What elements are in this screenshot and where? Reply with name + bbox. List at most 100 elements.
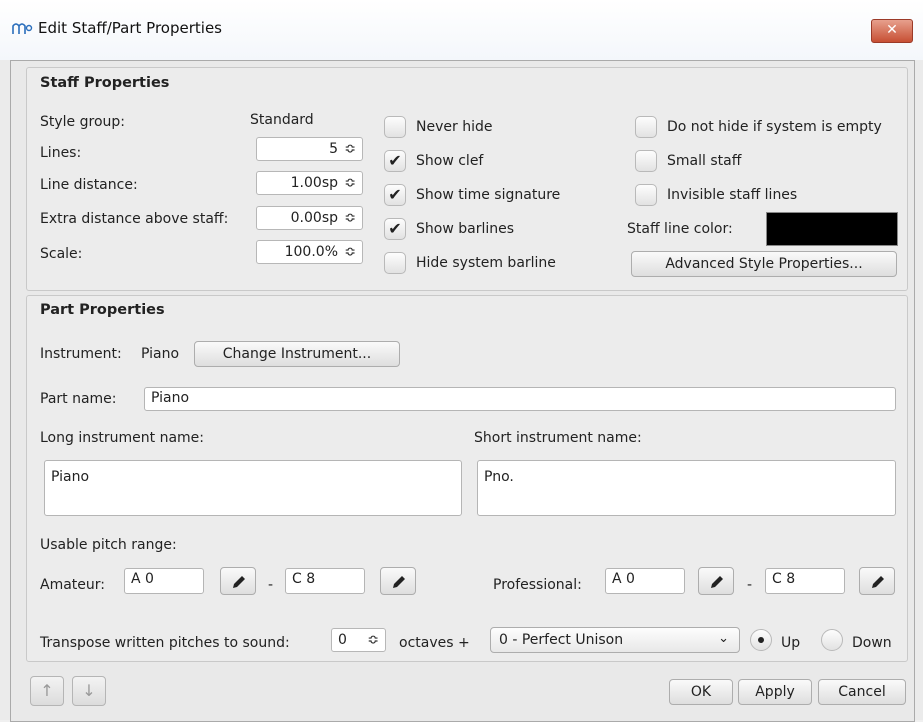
scale-label: Scale: <box>40 246 83 262</box>
amateur-high-value: C 8 <box>292 571 316 587</box>
never-hide-checkbox[interactable] <box>384 116 406 138</box>
close-icon: ✕ <box>886 22 898 38</box>
pencil-icon <box>711 576 723 588</box>
transpose-label: Transpose written pitches to sound: <box>40 635 290 651</box>
do-not-hide-checkbox[interactable] <box>635 116 657 138</box>
spin-arrows-icon[interactable]: ≎ <box>344 139 356 159</box>
small-staff-label: Small staff <box>667 153 742 169</box>
long-name-value: Piano <box>51 469 90 485</box>
pro-low-value: A 0 <box>612 571 635 587</box>
previous-staff-button[interactable]: ↑ <box>30 676 64 706</box>
amateur-low-field[interactable]: A 0 <box>124 568 204 594</box>
style-group-value: Standard <box>250 112 314 128</box>
title-bar: Edit Staff/Part Properties ✕ <box>0 0 923 60</box>
professional-label: Professional: <box>493 577 582 593</box>
next-staff-button[interactable]: ↓ <box>72 676 106 706</box>
pencil-icon <box>872 576 884 588</box>
spin-arrows-icon[interactable]: ≎ <box>344 208 356 228</box>
dialog-window: Edit Staff/Part Properties ✕ Staff Prope… <box>0 0 923 722</box>
pro-low-field[interactable]: A 0 <box>605 568 685 594</box>
pitch-range-label: Usable pitch range: <box>40 537 177 553</box>
show-time-signature-label: Show time signature <box>416 187 561 203</box>
part-name-field[interactable]: Piano <box>144 387 896 411</box>
chevron-down-icon: ⌄ <box>718 631 729 646</box>
octaves-label: octaves + <box>399 635 470 651</box>
window-title: Edit Staff/Part Properties <box>38 19 222 37</box>
checkmark-icon: ✔ <box>388 219 402 238</box>
hide-system-barline-label: Hide system barline <box>416 255 556 271</box>
change-instrument-label: Change Instrument... <box>222 346 372 362</box>
cancel-button[interactable]: Cancel <box>818 679 906 705</box>
small-staff-checkbox[interactable] <box>635 150 657 172</box>
pencil-icon <box>233 576 245 588</box>
octaves-value: 0 <box>338 632 347 648</box>
instrument-value: Piano <box>141 346 180 362</box>
advanced-style-label: Advanced Style Properties... <box>665 256 863 272</box>
up-radio[interactable] <box>750 629 772 651</box>
long-name-label: Long instrument name: <box>40 430 204 446</box>
extra-distance-spinbox[interactable]: 0.00sp ≎ <box>256 206 363 230</box>
show-barlines-checkbox[interactable]: ✔ <box>384 218 406 240</box>
show-clef-checkbox[interactable]: ✔ <box>384 150 406 172</box>
pro-high-pick-button[interactable] <box>859 567 895 595</box>
musescore-icon <box>12 20 34 36</box>
ok-label: OK <box>690 684 712 700</box>
short-name-value: Pno. <box>484 469 514 485</box>
apply-label: Apply <box>755 684 795 700</box>
interval-value: 0 - Perfect Unison <box>499 632 624 648</box>
change-instrument-button[interactable]: Change Instrument... <box>194 341 400 367</box>
pro-low-pick-button[interactable] <box>698 567 734 595</box>
apply-button[interactable]: Apply <box>738 679 812 705</box>
extra-distance-label: Extra distance above staff: <box>40 211 229 227</box>
arrow-up-icon: ↑ <box>40 681 54 700</box>
short-name-label: Short instrument name: <box>474 430 642 446</box>
show-clef-label: Show clef <box>416 153 484 169</box>
close-button[interactable]: ✕ <box>871 19 913 43</box>
up-label: Up <box>781 635 801 651</box>
octaves-spinbox[interactable]: 0 ≎ <box>331 628 386 652</box>
amateur-low-pick-button[interactable] <box>220 567 256 595</box>
cancel-label: Cancel <box>838 684 886 700</box>
part-name-label: Part name: <box>40 391 117 407</box>
long-name-field[interactable]: Piano <box>44 460 462 516</box>
line-distance-value: 1.00sp <box>290 175 338 191</box>
scale-spinbox[interactable]: 100.0% ≎ <box>256 240 363 264</box>
show-time-signature-checkbox[interactable]: ✔ <box>384 184 406 206</box>
pro-high-value: C 8 <box>772 571 796 587</box>
invisible-staff-lines-checkbox[interactable] <box>635 184 657 206</box>
lines-value: 5 <box>329 141 338 157</box>
show-barlines-label: Show barlines <box>416 221 515 237</box>
lines-spinbox[interactable]: 5 ≎ <box>256 137 363 161</box>
spin-arrows-icon[interactable]: ≎ <box>344 242 356 262</box>
checkmark-icon: ✔ <box>388 185 402 204</box>
style-group-label: Style group: <box>40 114 125 130</box>
extra-distance-value: 0.00sp <box>290 210 338 226</box>
do-not-hide-label: Do not hide if system is empty <box>667 119 882 135</box>
part-properties-title: Part Properties <box>40 302 165 318</box>
lines-label: Lines: <box>40 145 82 161</box>
scale-value: 100.0% <box>284 244 338 260</box>
pencil-icon <box>393 576 405 588</box>
amateur-label: Amateur: <box>40 577 105 593</box>
pro-high-field[interactable]: C 8 <box>765 568 845 594</box>
advanced-style-button[interactable]: Advanced Style Properties... <box>631 251 897 277</box>
short-name-field[interactable]: Pno. <box>477 460 896 516</box>
line-distance-label: Line distance: <box>40 177 138 193</box>
ok-button[interactable]: OK <box>669 679 733 705</box>
invisible-staff-lines-label: Invisible staff lines <box>667 187 798 203</box>
amateur-high-pick-button[interactable] <box>380 567 416 595</box>
staff-line-color-swatch[interactable] <box>766 212 898 246</box>
amateur-high-field[interactable]: C 8 <box>285 568 365 594</box>
amateur-low-value: A 0 <box>131 571 154 587</box>
arrow-down-icon: ↓ <box>82 681 96 700</box>
never-hide-label: Never hide <box>416 119 493 135</box>
interval-select[interactable]: 0 - Perfect Unison ⌄ <box>490 627 740 653</box>
part-name-value: Piano <box>151 390 190 406</box>
spin-arrows-icon[interactable]: ≎ <box>344 173 356 193</box>
checkmark-icon: ✔ <box>388 151 402 170</box>
spin-arrows-icon[interactable]: ≎ <box>367 630 379 650</box>
hide-system-barline-checkbox[interactable] <box>384 252 406 274</box>
staff-line-color-label: Staff line color: <box>627 221 733 237</box>
line-distance-spinbox[interactable]: 1.00sp ≎ <box>256 171 363 195</box>
down-radio[interactable] <box>821 629 843 651</box>
